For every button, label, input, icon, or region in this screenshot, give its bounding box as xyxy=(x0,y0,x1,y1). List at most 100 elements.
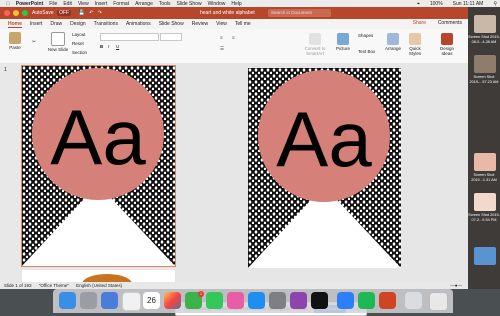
autosave-state: OFF xyxy=(57,10,72,16)
reset-button[interactable]: Reset xyxy=(72,41,84,46)
tab-slideshow[interactable]: Slide Show xyxy=(159,21,184,27)
calendar-icon[interactable]: 26 xyxy=(143,292,160,309)
document-title: heart and white alphabet xyxy=(200,10,255,16)
powerpoint-icon[interactable] xyxy=(379,292,396,309)
safari-icon[interactable] xyxy=(101,292,118,309)
screenshot-file-icon[interactable] xyxy=(474,15,496,33)
new-slide-button[interactable]: New Slide xyxy=(47,32,69,52)
clock[interactable]: Sun 11:11 AM xyxy=(453,1,484,7)
theme-name: "Office Theme" xyxy=(38,283,69,288)
menu-view[interactable]: View xyxy=(78,1,89,7)
arrange-button[interactable]: Arrange xyxy=(384,33,402,51)
photos-icon[interactable] xyxy=(164,292,181,309)
tab-home[interactable]: Home xyxy=(8,21,22,28)
itunes-icon[interactable] xyxy=(227,292,244,309)
pennant-graphic: Aa xyxy=(248,68,401,268)
design-ideas-icon xyxy=(441,33,453,45)
tab-design[interactable]: Design xyxy=(70,21,86,27)
menu-slideshow[interactable]: Slide Show xyxy=(177,1,202,7)
wifi-icon[interactable]: ⌖ xyxy=(417,1,420,7)
underline-button[interactable]: U xyxy=(116,44,119,49)
tell-me-input[interactable]: Tell me xyxy=(235,21,251,27)
paste-label: Paste xyxy=(9,45,21,50)
trash-icon[interactable] xyxy=(429,292,448,311)
tab-animations[interactable]: Animations xyxy=(126,21,151,27)
save-icon[interactable]: 💾 xyxy=(78,10,84,16)
arrange-icon xyxy=(387,33,399,45)
app-store-icon[interactable] xyxy=(248,292,265,309)
numbering-icon[interactable]: ≡ xyxy=(232,35,235,40)
close-window-button[interactable] xyxy=(4,10,10,16)
tab-review[interactable]: Review xyxy=(192,21,208,27)
smartart-icon xyxy=(309,33,321,45)
bold-button[interactable]: B xyxy=(100,44,103,49)
slide-thumbnails-pane[interactable]: 1 xyxy=(0,63,21,282)
redo-icon[interactable]: ↷ xyxy=(98,10,102,16)
facetime-icon[interactable] xyxy=(206,292,223,309)
undo-icon[interactable]: ↶ xyxy=(89,10,93,16)
chrome-icon[interactable] xyxy=(122,292,141,311)
layout-button[interactable]: Layout xyxy=(72,32,86,37)
menu-help[interactable]: Help xyxy=(231,1,241,7)
slide-canvas[interactable]: Aa Aa Screencastify xyxy=(20,63,468,316)
downloads-folder-icon[interactable] xyxy=(405,292,422,309)
apple-icon[interactable]:  xyxy=(6,1,10,7)
picture-button[interactable]: Picture xyxy=(334,33,352,51)
design-ideas-button[interactable]: Design Ideas xyxy=(436,33,458,56)
share-button[interactable]: Share xyxy=(413,20,426,26)
tab-insert[interactable]: Insert xyxy=(30,21,43,27)
section-button[interactable]: Section xyxy=(72,50,87,55)
folder-icon[interactable] xyxy=(474,247,496,265)
text-box-button[interactable]: Text Box xyxy=(358,49,375,54)
tab-view[interactable]: View xyxy=(216,21,227,27)
align-left-icon[interactable]: ☰ xyxy=(220,46,224,52)
menu-format[interactable]: Format xyxy=(113,1,129,7)
menu-file[interactable]: File xyxy=(49,1,57,7)
autosave-toggle[interactable]: AutoSave OFF 💾 ↶ ↷ xyxy=(32,10,102,16)
comments-button[interactable]: Comments xyxy=(438,20,462,26)
podcasts-icon[interactable] xyxy=(290,292,307,309)
slide-letters: Aa xyxy=(276,95,372,183)
font-name-select[interactable] xyxy=(100,33,159,41)
launchpad-icon[interactable] xyxy=(80,292,97,309)
shapes-button[interactable]: Shapes xyxy=(358,33,373,38)
italic-button[interactable]: I xyxy=(108,44,109,49)
finder-icon[interactable] xyxy=(59,292,76,309)
screenshot-file-icon[interactable] xyxy=(474,153,496,171)
zoom-slider[interactable]: —●— xyxy=(450,282,462,289)
search-document-input[interactable]: Search in Document xyxy=(268,9,331,17)
app-menu[interactable]: PowerPoint xyxy=(16,1,44,7)
menu-insert[interactable]: Insert xyxy=(95,1,108,7)
system-preferences-icon[interactable] xyxy=(269,292,286,309)
messages-icon[interactable]: 1 xyxy=(185,291,204,309)
cut-icon[interactable]: ✂ xyxy=(30,39,38,45)
spotify-icon[interactable] xyxy=(358,292,375,309)
tab-transitions[interactable]: Transitions xyxy=(94,21,118,27)
self-service-icon[interactable] xyxy=(337,292,354,309)
battery-level[interactable]: 100% xyxy=(430,1,443,7)
status-bar: Slide 1 of 193 "Office Theme" English (U… xyxy=(0,282,468,289)
paste-button[interactable]: Paste xyxy=(5,32,25,50)
screenshot-file-icon[interactable] xyxy=(474,55,496,73)
slide-next[interactable]: Aa xyxy=(248,68,401,268)
apple-tv-icon[interactable] xyxy=(311,292,328,309)
ribbon-home: Paste ✂ New Slide Layout Reset Section B… xyxy=(0,29,468,64)
screenshot-file-icon[interactable] xyxy=(474,193,496,211)
menu-tools[interactable]: Tools xyxy=(159,1,171,7)
slide-icon xyxy=(51,32,65,46)
menu-bar:  PowerPoint File Edit View Insert Forma… xyxy=(0,0,500,7)
slide-peek[interactable] xyxy=(22,270,175,282)
search-icon[interactable]: ⚲ xyxy=(493,1,497,7)
minimize-window-button[interactable] xyxy=(13,10,19,16)
picture-label: Picture xyxy=(335,46,350,51)
font-size-select[interactable] xyxy=(160,33,182,41)
quick-styles-button[interactable]: Quick Styles xyxy=(404,33,426,56)
menu-edit[interactable]: Edit xyxy=(63,1,72,7)
slide-current[interactable]: Aa xyxy=(21,65,176,267)
bullets-icon[interactable]: ≡ xyxy=(220,35,223,40)
zoom-window-button[interactable] xyxy=(22,10,28,16)
menu-window[interactable]: Window xyxy=(208,1,226,7)
menu-arrange[interactable]: Arrange xyxy=(135,1,153,7)
convert-smartart-button[interactable]: Convert to SmartArt xyxy=(300,33,330,56)
tab-draw[interactable]: Draw xyxy=(50,21,62,27)
